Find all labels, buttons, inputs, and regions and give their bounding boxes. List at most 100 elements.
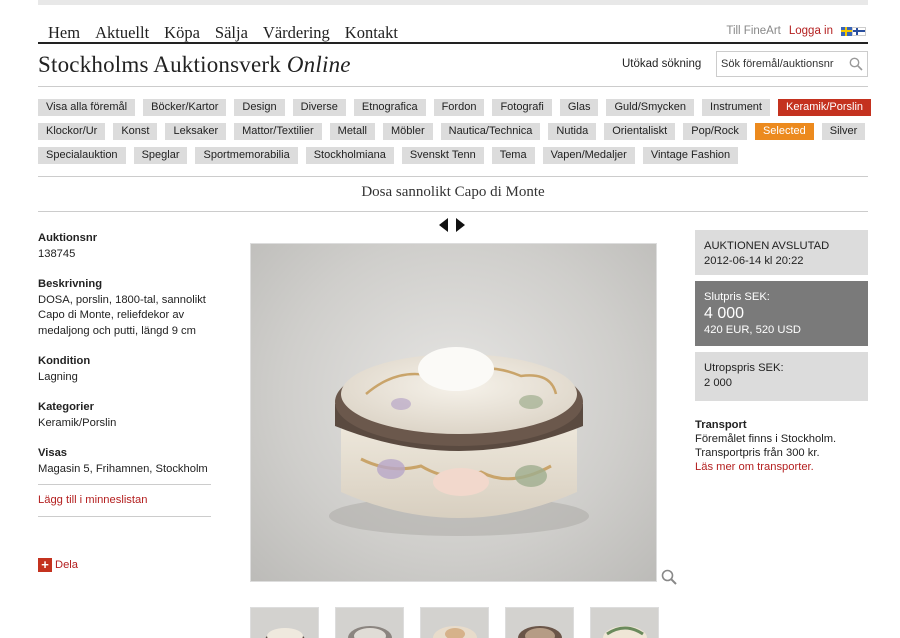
page-title: Dosa sannolikt Capo di Monte <box>361 184 545 200</box>
detail-label: Visas <box>38 447 68 459</box>
arrow-right-icon[interactable] <box>455 218 465 232</box>
search-box <box>716 51 868 77</box>
thumbnail[interactable] <box>250 607 319 638</box>
thumbnail-image <box>603 626 647 638</box>
category-guld[interactable]: Guld/Smycken <box>606 99 695 116</box>
nav-vardering[interactable]: Värdering <box>263 23 330 43</box>
auction-status: AUKTIONEN AVSLUTAD <box>704 240 830 252</box>
detail-label: Auktionsnr <box>38 232 98 244</box>
category-etnografica[interactable]: Etnografica <box>353 99 426 116</box>
main-nav: Hem Aktuellt Köpa Sälja Värdering Kontak… <box>48 23 398 43</box>
search-input[interactable] <box>717 52 842 76</box>
category-vintage[interactable]: Vintage Fashion <box>642 147 739 164</box>
logo-online: Online <box>286 52 351 77</box>
category-stockholmiana[interactable]: Stockholmiana <box>305 147 394 164</box>
auction-info: AUKTIONEN AVSLUTAD 2012-06-14 kl 20:22 S… <box>695 230 868 474</box>
detail-label: Kondition <box>38 355 91 367</box>
login-link[interactable]: Logga in <box>789 25 833 37</box>
thumbnail[interactable] <box>335 607 404 638</box>
category-instrument[interactable]: Instrument <box>702 99 770 116</box>
category-mattor[interactable]: Mattor/Textilier <box>234 123 322 140</box>
category-sportmemorabilia[interactable]: Sportmemorabilia <box>195 147 298 164</box>
category-diverse[interactable]: Diverse <box>292 99 346 116</box>
plus-icon: + <box>38 558 52 572</box>
top-strip <box>38 0 868 5</box>
category-svenskt-tenn[interactable]: Svenskt Tenn <box>401 147 484 164</box>
category-bocker[interactable]: Böcker/Kartor <box>143 99 227 116</box>
header-links: Till FineArt Logga in <box>726 25 866 37</box>
magnifier-icon[interactable] <box>661 569 677 585</box>
thumbnail[interactable] <box>505 607 574 638</box>
transport-location: Föremålet finns i Stockholm. <box>695 433 837 445</box>
category-silver[interactable]: Silver <box>821 123 866 140</box>
nav-salja[interactable]: Sälja <box>215 23 248 43</box>
category-poprock[interactable]: Pop/Rock <box>683 123 747 140</box>
detail-auktionsnr: Auktionsnr 138745 <box>38 231 211 262</box>
title-divider-top <box>38 176 868 177</box>
detail-kategorier: Kategorier Keramik/Porslin <box>38 400 211 431</box>
nav-aktuellt[interactable]: Aktuellt <box>95 23 149 43</box>
detail-value: Magasin 5, Frihamnen, Stockholm <box>38 462 208 475</box>
final-price-other-currencies: 420 EUR, 520 USD <box>704 324 802 336</box>
thumbnail[interactable] <box>420 607 489 638</box>
nav-hem[interactable]: Hem <box>48 23 80 43</box>
category-speglar[interactable]: Speglar <box>133 147 188 164</box>
category-keramik-active[interactable]: Keramik/Porslin <box>777 99 872 116</box>
start-price-value: 2 000 <box>704 377 732 389</box>
category-mobler[interactable]: Möbler <box>383 123 433 140</box>
detail-kondition: Kondition Lagning <box>38 354 211 385</box>
detail-value: Keramik/Porslin <box>38 416 117 429</box>
search-icon[interactable] <box>849 57 863 71</box>
category-row: Klockor/Ur Konst Leksaker Mattor/Textili… <box>38 123 868 140</box>
category-metall[interactable]: Metall <box>329 123 375 140</box>
auction-status-box: AUKTIONEN AVSLUTAD 2012-06-14 kl 20:22 <box>695 230 868 275</box>
category-vapen[interactable]: Vapen/Medaljer <box>542 147 635 164</box>
thumbnail[interactable] <box>590 607 659 638</box>
title-divider-bottom <box>38 211 868 212</box>
category-design[interactable]: Design <box>234 99 285 116</box>
thumbnail-strip <box>250 607 659 638</box>
nav-kontakt[interactable]: Kontakt <box>345 23 398 43</box>
finnish-flag-icon[interactable] <box>852 26 866 36</box>
advanced-search-link[interactable]: Utökad sökning <box>622 58 701 70</box>
thumbnail-image <box>518 626 562 638</box>
category-selected[interactable]: Selected <box>754 123 814 140</box>
category-tema[interactable]: Tema <box>491 147 535 164</box>
image-navigation <box>439 218 465 232</box>
category-row: Specialauktion Speglar Sportmemorabilia … <box>38 147 868 164</box>
share-button[interactable]: + Dela <box>38 558 78 572</box>
category-fordon[interactable]: Fordon <box>433 99 485 116</box>
detail-label: Kategorier <box>38 401 94 413</box>
header-divider <box>38 86 868 87</box>
share-label: Dela <box>55 559 79 571</box>
category-orientaliskt[interactable]: Orientaliskt <box>604 123 676 140</box>
detail-visas: Visas Magasin 5, Frihamnen, Stockholm <box>38 446 211 477</box>
fineart-link[interactable]: Till FineArt <box>726 25 781 37</box>
nav-kopa[interactable]: Köpa <box>164 23 200 43</box>
final-price-value: 4 000 <box>704 305 745 322</box>
category-fotografi[interactable]: Fotografi <box>492 99 552 116</box>
category-all[interactable]: Visa alla föremål <box>38 99 136 116</box>
category-nutida[interactable]: Nutida <box>548 123 597 140</box>
main-product-image[interactable] <box>250 243 657 582</box>
category-nautica[interactable]: Nautica/Technica <box>440 123 541 140</box>
final-price-label: Slutpris SEK: <box>704 291 770 303</box>
final-price-box: Slutpris SEK: 4 000 420 EUR, 520 USD <box>695 281 868 346</box>
porcelain-box-illustration <box>329 347 589 536</box>
add-to-watchlist-link[interactable]: Lägg till i minneslistan <box>38 493 211 509</box>
auction-end-date: 2012-06-14 kl 20:22 <box>704 255 804 267</box>
transport-price: Transportpris från 300 kr. <box>695 447 820 459</box>
detail-value: Lagning <box>38 370 78 383</box>
start-price-label: Utropspris SEK: <box>704 362 784 374</box>
arrow-left-icon[interactable] <box>439 218 449 232</box>
category-konst[interactable]: Konst <box>113 123 158 140</box>
transport-info: Transport Föremålet finns i Stockholm. T… <box>695 418 868 474</box>
category-specialauktion[interactable]: Specialauktion <box>38 147 126 164</box>
category-glas[interactable]: Glas <box>559 99 599 116</box>
site-logo[interactable]: Stockholms Auktionsverk Online <box>38 52 351 78</box>
transport-read-more-link[interactable]: Läs mer om transporter. <box>695 460 868 474</box>
category-klockor[interactable]: Klockor/Ur <box>38 123 106 140</box>
category-leksaker[interactable]: Leksaker <box>165 123 227 140</box>
divider <box>38 484 211 485</box>
detail-label: Beskrivning <box>38 278 103 290</box>
